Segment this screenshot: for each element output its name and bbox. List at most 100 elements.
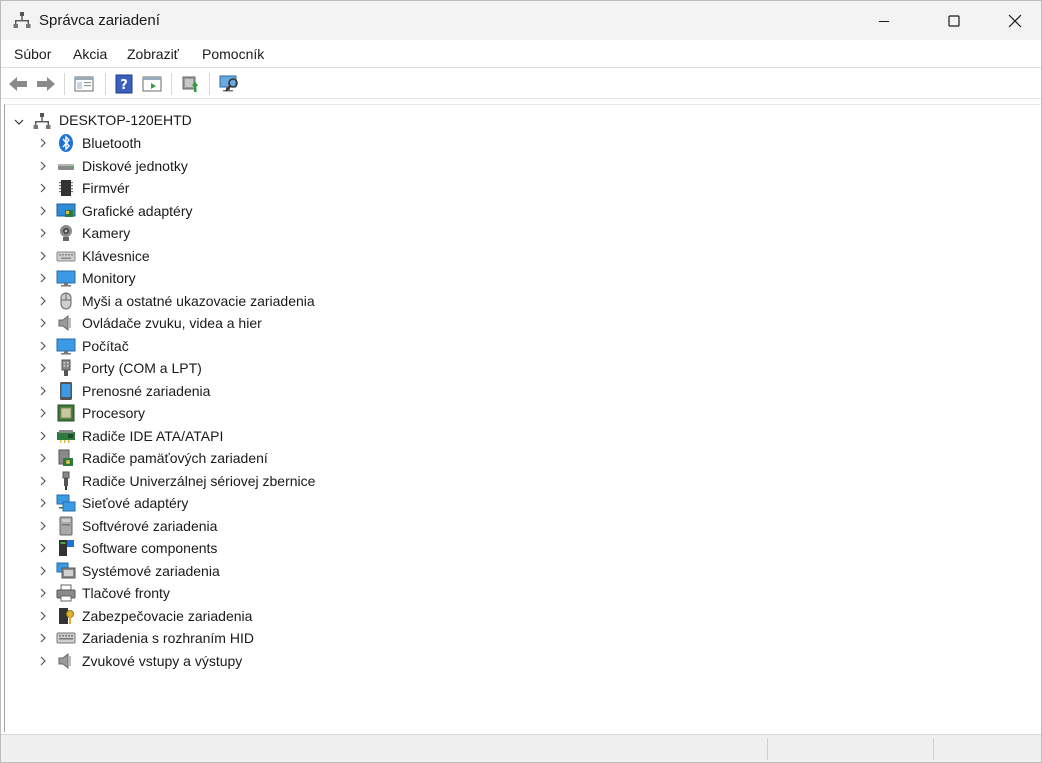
device-category-13[interactable]: Procesory (5, 402, 605, 424)
storage-controller-icon (58, 449, 73, 466)
device-category-12[interactable]: Prenosné zariadenia (5, 380, 605, 402)
status-bar-separator (767, 738, 768, 760)
status-bar (1, 734, 1041, 762)
device-category-8[interactable]: Myši a ostatné ukazovacie zariadenia (5, 290, 605, 312)
menu-help[interactable]: Pomocník (202, 46, 264, 62)
menu-action[interactable]: Akcia (73, 46, 107, 62)
scan-hardware-button[interactable] (219, 73, 241, 95)
device-category-15[interactable]: Radiče pamäťových zariadení (5, 447, 605, 469)
device-category-10[interactable]: Počítač (5, 335, 605, 357)
security-device-icon (59, 607, 74, 624)
chevron-right-icon[interactable] (37, 475, 49, 487)
device-tree[interactable]: DESKTOP-120EHTD Bluetooth Diskové jednotk… (4, 104, 1040, 732)
properties-button[interactable] (141, 73, 163, 95)
port-icon (61, 359, 71, 376)
title-bar[interactable]: Správca zariadení (1, 1, 1041, 40)
show-hide-console-tree-button[interactable] (73, 73, 95, 95)
device-category-24[interactable]: Zvukové vstupy a výstupy (5, 650, 605, 672)
help-icon: ? (115, 74, 133, 94)
close-icon (1008, 14, 1022, 27)
forward-button[interactable] (35, 73, 57, 95)
device-category-17[interactable]: Sieťové adaptéry (5, 492, 605, 514)
device-category-label: Tlačové fronty (82, 585, 170, 601)
device-category-5[interactable]: Kamery (5, 222, 605, 244)
chevron-right-icon[interactable] (37, 137, 49, 149)
device-category-label: Software components (82, 540, 218, 556)
device-category-21[interactable]: Tlačové fronty (5, 582, 605, 604)
device-category-label: Firmvér (82, 180, 130, 196)
minimize-button[interactable] (861, 1, 907, 40)
chevron-right-icon[interactable] (37, 407, 49, 419)
chevron-down-icon[interactable] (13, 116, 25, 128)
chevron-right-icon[interactable] (37, 160, 49, 172)
chevron-right-icon[interactable] (37, 250, 49, 262)
back-button[interactable] (7, 73, 29, 95)
menu-view[interactable]: Zobraziť (127, 46, 179, 62)
device-category-1[interactable]: Bluetooth (5, 132, 605, 154)
chevron-right-icon[interactable] (37, 430, 49, 442)
device-category-18[interactable]: Softvérové zariadenia (5, 515, 605, 537)
device-category-14[interactable]: Radiče IDE ATA/ATAPI (5, 425, 605, 447)
device-category-2[interactable]: Diskové jednotky (5, 155, 605, 177)
tree-root-computer[interactable]: DESKTOP-120EHTD (5, 111, 305, 131)
device-category-3[interactable]: Firmvér (5, 177, 605, 199)
properties-icon (142, 76, 162, 92)
device-category-label: Systémové zariadenia (82, 562, 220, 579)
chevron-right-icon[interactable] (37, 655, 49, 667)
device-category-19[interactable]: Software components (5, 537, 605, 559)
status-bar-separator (933, 738, 934, 760)
forward-arrow-icon (37, 77, 55, 91)
device-category-label: Ovládače zvuku, videa a hier (82, 315, 262, 331)
chevron-right-icon[interactable] (37, 227, 49, 239)
device-manager-app-icon (13, 11, 31, 29)
device-category-23[interactable]: Zariadenia s rozhraním HID (5, 627, 605, 649)
device-category-16[interactable]: Radiče Univerzálnej sériovej zbernice (5, 470, 605, 492)
processor-icon (57, 404, 75, 422)
chevron-right-icon[interactable] (37, 542, 49, 554)
toolbar: ? (1, 69, 1041, 99)
chevron-right-icon[interactable] (37, 587, 49, 599)
chevron-right-icon[interactable] (37, 182, 49, 194)
device-category-9[interactable]: Ovládače zvuku, videa a hier (5, 312, 605, 334)
usb-icon (62, 471, 70, 490)
chevron-right-icon[interactable] (37, 340, 49, 352)
chevron-right-icon[interactable] (37, 362, 49, 374)
chevron-right-icon[interactable] (37, 632, 49, 644)
chevron-right-icon[interactable] (37, 317, 49, 329)
device-category-label: Radiče pamäťových zariadení (82, 450, 268, 466)
chevron-right-icon[interactable] (37, 452, 49, 464)
chevron-right-icon[interactable] (37, 205, 49, 217)
camera-icon (60, 225, 72, 241)
chevron-right-icon[interactable] (37, 272, 49, 284)
device-category-4[interactable]: Grafické adaptéry (5, 200, 605, 222)
device-category-7[interactable]: Monitory (5, 267, 605, 289)
device-category-11[interactable]: Porty (COM a LPT) (5, 357, 605, 379)
computer-name: DESKTOP-120EHTD (59, 112, 192, 128)
update-driver-button[interactable] (179, 73, 201, 95)
device-category-22[interactable]: Zabezpečovacie zariadenia (5, 605, 605, 627)
help-button[interactable]: ? (113, 73, 135, 95)
maximize-icon (948, 14, 960, 27)
update-driver-icon (182, 76, 198, 92)
chevron-right-icon[interactable] (37, 520, 49, 532)
chevron-right-icon[interactable] (37, 565, 49, 577)
device-category-6[interactable]: Klávesnice (5, 245, 605, 267)
menu-file[interactable]: Súbor (14, 46, 51, 62)
device-category-label: Radiče IDE ATA/ATAPI (82, 427, 224, 444)
hid-icon (56, 632, 76, 644)
device-category-label: Radiče Univerzálnej sériovej zbernice (82, 472, 316, 489)
device-category-label: Procesory (82, 405, 146, 421)
speaker-icon (58, 314, 71, 332)
menu-bar: Súbor Akcia Zobraziť Pomocník (1, 40, 1041, 68)
keyboard-icon (56, 251, 76, 261)
device-category-20[interactable]: Systémové zariadenia (5, 560, 605, 582)
chevron-right-icon[interactable] (37, 610, 49, 622)
device-category-label: Diskové jednotky (82, 157, 188, 174)
close-button[interactable] (989, 1, 1041, 40)
chevron-right-icon[interactable] (37, 385, 49, 397)
chevron-right-icon[interactable] (37, 295, 49, 307)
console-tree-icon (74, 76, 94, 92)
toolbar-separator (209, 73, 210, 95)
maximize-button[interactable] (931, 1, 977, 40)
chevron-right-icon[interactable] (37, 497, 49, 509)
